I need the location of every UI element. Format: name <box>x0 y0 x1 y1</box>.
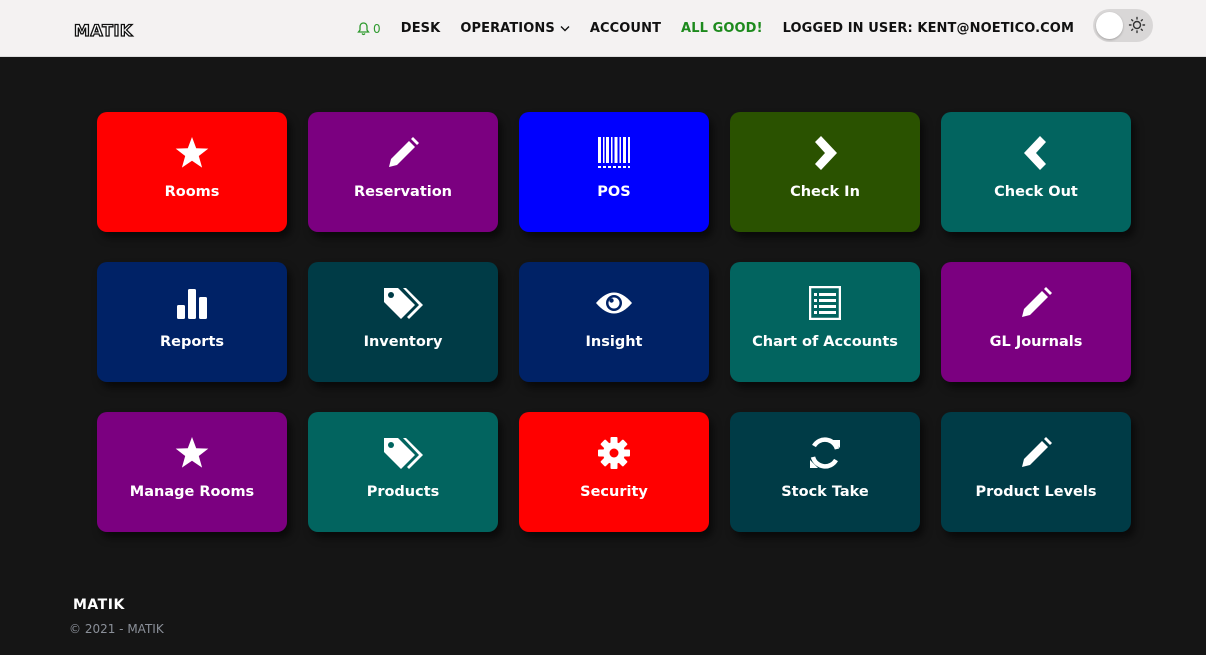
star-icon <box>175 137 209 168</box>
svg-text:MATIK: MATIK <box>73 597 125 612</box>
tile-security[interactable]: Security <box>519 412 709 532</box>
tile-inventory[interactable]: Inventory <box>308 262 498 382</box>
tile-label: Rooms <box>164 184 220 200</box>
tile-label: Security <box>580 484 648 500</box>
toggle-knob <box>1096 12 1123 39</box>
bar-chart-icon <box>177 289 207 319</box>
pencil-icon <box>1022 287 1052 317</box>
tile-label: Stock Take <box>781 484 869 500</box>
nav-operations[interactable]: OPERATIONS <box>460 21 570 36</box>
matik-logo[interactable]: MATIK <box>74 21 156 38</box>
pencil-icon <box>389 137 419 167</box>
eye-icon <box>596 292 632 314</box>
tile-manage-rooms[interactable]: Manage Rooms <box>97 412 287 532</box>
tile-rooms[interactable]: Rooms <box>97 112 287 232</box>
chevron-down-icon <box>560 26 570 32</box>
tile-label: POS <box>597 184 631 200</box>
refresh-icon <box>810 437 840 469</box>
tile-label: Reservation <box>353 184 453 200</box>
sun-icon <box>1128 16 1146 34</box>
tile-label: Insight <box>585 334 643 350</box>
tile-product-levels[interactable]: Product Levels <box>941 412 1131 532</box>
tile-label: Product Levels <box>975 484 1097 500</box>
bell-icon <box>357 21 370 35</box>
pencil-icon <box>1022 437 1052 467</box>
tile-label: Inventory <box>363 334 443 350</box>
theme-toggle[interactable] <box>1093 9 1153 42</box>
tile-label: Check In <box>790 184 860 200</box>
tile-products[interactable]: Products <box>308 412 498 532</box>
tile-gl-journals[interactable]: GL Journals <box>941 262 1131 382</box>
tile-label: Products <box>366 484 440 500</box>
nav-account[interactable]: ACCOUNT <box>590 21 661 36</box>
tile-check-out[interactable]: Check Out <box>941 112 1131 232</box>
star-icon <box>175 437 209 468</box>
gear-icon <box>598 437 630 469</box>
notifications-count: 0 <box>373 21 381 36</box>
notifications-button[interactable]: 0 <box>357 22 381 36</box>
tile-label: Chart of Accounts <box>752 334 898 350</box>
footer-logo: MATIK <box>73 596 145 616</box>
tile-label: Check Out <box>994 184 1078 200</box>
svg-text:MATIK: MATIK <box>74 21 133 38</box>
tile-label: Reports <box>159 334 225 350</box>
main-nav: 0 DESK OPERATIONS ACCOUNT ALL GOOD! LOGG… <box>357 0 1074 57</box>
logged-in-user: LOGGED IN USER: KENT@NOETICO.COM <box>782 21 1074 36</box>
tile-label: GL Journals <box>989 334 1083 350</box>
chevron-left-icon <box>1024 136 1046 170</box>
tags-icon <box>384 288 423 319</box>
nav-operations-label: OPERATIONS <box>460 21 555 36</box>
tile-reports[interactable]: Reports <box>97 262 287 382</box>
copyright-text: © 2021 - MATIK <box>69 622 164 636</box>
tile-pos[interactable]: POS <box>519 112 709 232</box>
tile-label: Manage Rooms <box>129 484 255 500</box>
status-text: ALL GOOD! <box>681 21 763 36</box>
nav-desk[interactable]: DESK <box>401 21 441 36</box>
tile-reservation[interactable]: Reservation <box>308 112 498 232</box>
tile-chart-of-accounts[interactable]: Chart of Accounts <box>730 262 920 382</box>
top-navbar: MATIK 0 DESK OPERATIONS ACCOUNT ALL GOOD… <box>0 0 1206 57</box>
chevron-right-icon <box>815 136 837 170</box>
tile-insight[interactable]: Insight <box>519 262 709 382</box>
tags-icon <box>384 438 423 469</box>
tile-check-in[interactable]: Check In <box>730 112 920 232</box>
barcode-icon <box>598 137 630 168</box>
module-tiles: Rooms Reservation POS Check In Check Out… <box>97 112 1131 532</box>
list-icon <box>809 286 841 320</box>
tile-stock-take[interactable]: Stock Take <box>730 412 920 532</box>
